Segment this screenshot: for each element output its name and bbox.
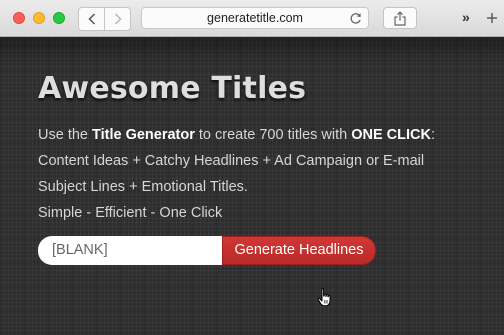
share-button[interactable] xyxy=(383,7,417,29)
description-text: : xyxy=(430,127,436,143)
new-tab-button[interactable] xyxy=(481,7,503,29)
page-heading: Awesome Titles xyxy=(38,71,307,106)
description-line-4: Simple - Efficient - One Click xyxy=(38,205,223,221)
back-button[interactable] xyxy=(79,8,104,30)
description-line-3: Subject Lines + Emotional Titles. xyxy=(38,179,248,195)
title-generator-emphasis: Title Generator xyxy=(92,127,195,143)
description-line-2: Content Ideas + Catchy Headlines + Ad Ca… xyxy=(38,153,425,169)
close-window-button[interactable] xyxy=(13,12,25,24)
description-line-1: Use the Title Generator to create 700 ti… xyxy=(38,122,498,148)
back-arrow-icon xyxy=(87,13,95,25)
generate-headlines-button[interactable]: Generate Headlines xyxy=(222,236,376,265)
topic-input[interactable]: [BLANK] xyxy=(38,236,224,265)
browser-window: generatetitle.com » Awesome Titles Use t… xyxy=(0,0,504,335)
one-click-emphasis: ONE CLICK xyxy=(351,127,431,143)
description: Use the Title Generator to create 700 ti… xyxy=(38,122,498,226)
address-bar[interactable]: generatetitle.com xyxy=(141,7,369,29)
headline-form: [BLANK] Generate Headlines xyxy=(38,236,376,265)
description-text: to create 700 titles with xyxy=(194,127,352,143)
reload-icon[interactable] xyxy=(349,12,362,25)
forward-button[interactable] xyxy=(104,8,130,30)
navigation-buttons xyxy=(78,7,131,31)
browser-toolbar: generatetitle.com » xyxy=(0,0,504,37)
url-text: generatetitle.com xyxy=(207,11,303,25)
forward-arrow-icon xyxy=(114,13,122,25)
zoom-window-button[interactable] xyxy=(53,12,65,24)
minimize-window-button[interactable] xyxy=(33,12,45,24)
new-tab-plus-icon xyxy=(487,13,497,23)
share-icon xyxy=(394,10,406,26)
description-text: Use the xyxy=(38,127,92,143)
toolbar-overflow-button[interactable]: » xyxy=(462,9,470,25)
hand-cursor-icon xyxy=(317,288,331,307)
